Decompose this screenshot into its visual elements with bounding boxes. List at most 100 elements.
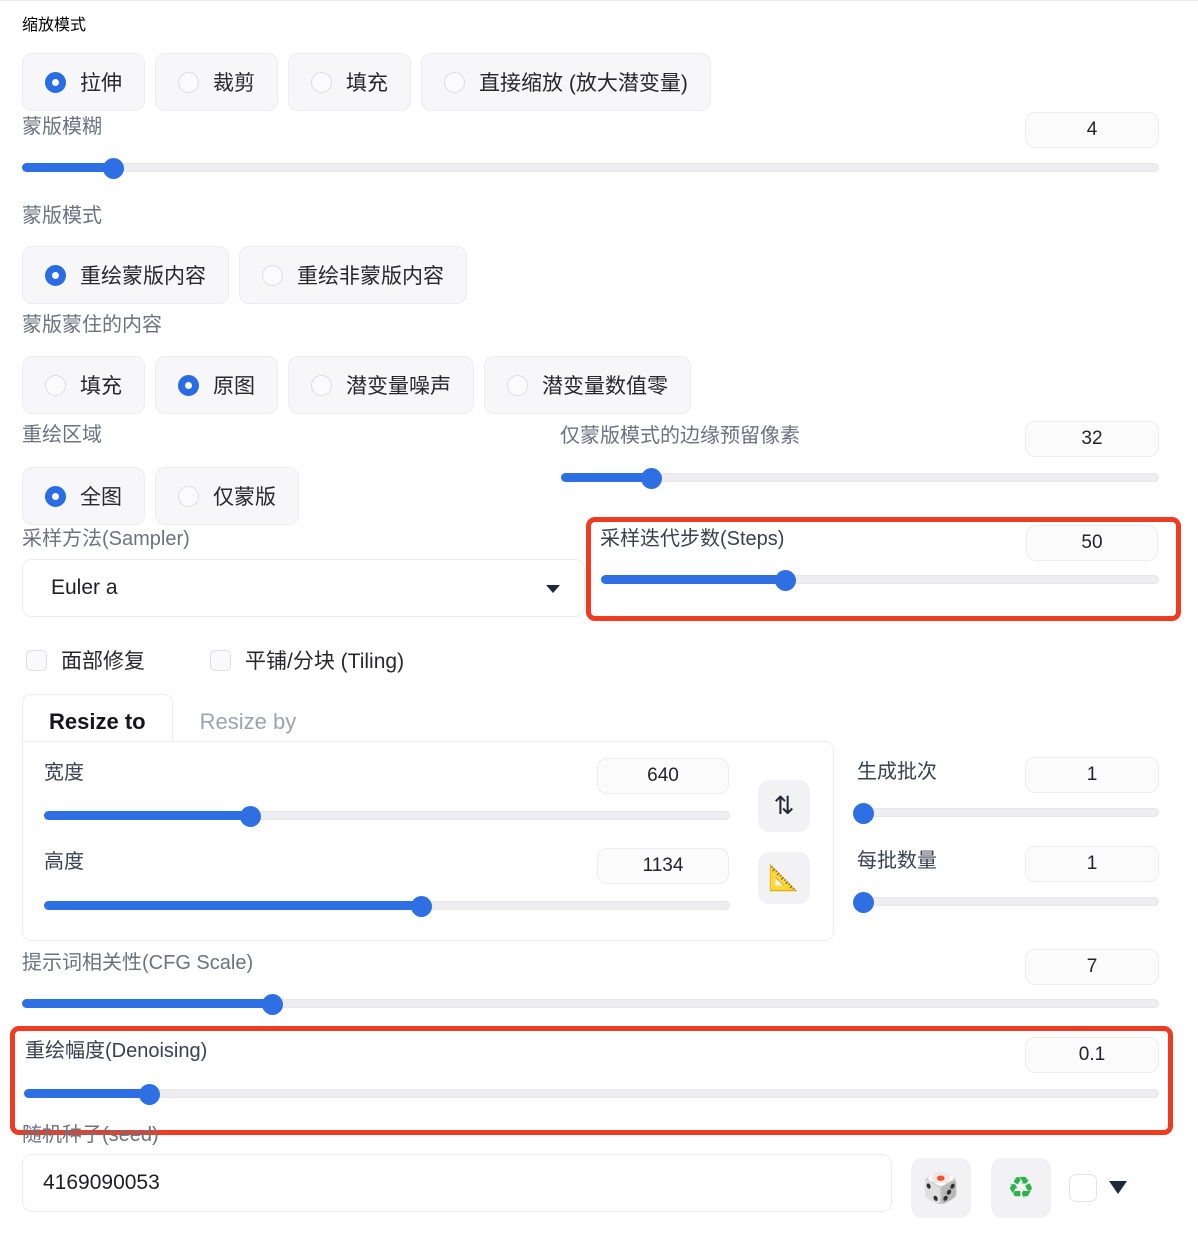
cfg-scale-value[interactable]: 7 (1025, 949, 1159, 985)
chevron-down-icon (546, 585, 560, 593)
option-label: 填充 (80, 375, 122, 398)
masked-content-option-fill[interactable]: 填充 (22, 356, 145, 414)
resize-mode-option-stretch[interactable]: 拉伸 (22, 53, 145, 111)
slider-fill (601, 575, 786, 584)
option-label: 潜变量数值零 (542, 375, 668, 398)
option-label: 重绘蒙版内容 (80, 265, 206, 288)
option-label: 仅蒙版 (213, 486, 276, 509)
masked-content-option-original[interactable]: 原图 (155, 356, 278, 414)
mask-mode-option-inpaint-not-masked[interactable]: 重绘非蒙版内容 (239, 246, 467, 304)
option-label: 直接缩放 (放大潜变量) (479, 72, 688, 95)
inpaint-area-option-only-masked[interactable]: 仅蒙版 (155, 467, 299, 525)
inpaint-area-label: 重绘区域 (22, 424, 102, 446)
mask-blur-slider[interactable] (22, 158, 1159, 179)
slider-track (24, 1089, 1159, 1098)
slider-thumb[interactable] (775, 570, 797, 591)
slider-fill (24, 1089, 149, 1098)
batch-count-value[interactable]: 1 (1025, 757, 1159, 793)
radio-icon (444, 71, 465, 93)
swap-dimensions-button[interactable]: ⇅ (758, 780, 810, 832)
img2img-settings-panel: 缩放模式 拉伸 裁剪 填充 直接缩放 (放大潜变量) 蒙版模糊 4 蒙版模式 重… (0, 0, 1198, 1236)
checkbox-icon (26, 649, 47, 671)
masked-content-label: 蒙版蒙住的内容 (22, 314, 162, 336)
height-slider[interactable] (44, 896, 730, 917)
slider-fill (561, 473, 651, 482)
cfg-scale-label: 提示词相关性(CFG Scale) (22, 952, 254, 974)
slider-thumb[interactable] (239, 806, 261, 827)
resize-mode-option-fill[interactable]: 填充 (288, 53, 411, 111)
option-label: 重绘非蒙版内容 (297, 265, 444, 288)
checkbox-icon (210, 649, 231, 671)
slider-thumb[interactable] (102, 158, 124, 179)
steps-slider[interactable] (601, 570, 1159, 591)
radio-icon (45, 374, 66, 396)
seed-input[interactable]: 4169090053 (22, 1154, 892, 1212)
resize-tabs: Resize to Resize by (22, 694, 323, 748)
inpaint-padding-slider[interactable] (561, 468, 1159, 489)
chevron-down-icon[interactable] (1109, 1181, 1127, 1194)
batch-size-slider[interactable] (852, 892, 1159, 913)
detect-ratio-button[interactable]: 📐 (758, 852, 810, 904)
slider-thumb[interactable] (138, 1084, 160, 1105)
extra-seed-checkbox[interactable] (1069, 1174, 1097, 1202)
slider-fill (22, 163, 113, 172)
slider-fill (22, 999, 273, 1008)
width-value[interactable]: 640 (597, 758, 729, 794)
inpaint-padding-value[interactable]: 32 (1025, 421, 1159, 457)
mask-mode-group: 重绘蒙版内容 重绘非蒙版内容 (22, 246, 467, 304)
tab-resize-by[interactable]: Resize by (173, 694, 324, 748)
checkbox-label: 面部修复 (61, 650, 145, 673)
slider-fill (44, 901, 422, 910)
batch-count-label: 生成批次 (857, 761, 937, 783)
option-label: 原图 (213, 375, 255, 398)
slider-track (860, 897, 1159, 906)
restore-faces-checkbox[interactable]: 面部修复 (26, 645, 145, 675)
mask-blur-value[interactable]: 4 (1025, 112, 1159, 148)
sampler-value: Euler a (51, 576, 118, 599)
cfg-scale-slider[interactable] (22, 994, 1159, 1015)
mask-mode-option-inpaint-masked[interactable]: 重绘蒙版内容 (22, 246, 229, 304)
radio-icon (262, 264, 283, 286)
slider-thumb[interactable] (852, 892, 874, 913)
width-slider[interactable] (44, 806, 730, 827)
resize-mode-option-latent-upscale[interactable]: 直接缩放 (放大潜变量) (421, 53, 711, 111)
sampler-select[interactable]: Euler a (22, 559, 585, 617)
masked-content-option-latent-nothing[interactable]: 潜变量数值零 (484, 356, 691, 414)
width-label: 宽度 (44, 762, 84, 784)
option-label: 裁剪 (213, 72, 255, 95)
slider-track (860, 808, 1159, 817)
resize-mode-group: 拉伸 裁剪 填充 直接缩放 (放大潜变量) (22, 53, 711, 111)
dice-icon: 🎲 (922, 1171, 960, 1205)
height-value[interactable]: 1134 (597, 848, 729, 884)
checkbox-label: 平铺/分块 (Tiling) (245, 650, 405, 673)
slider-thumb[interactable] (852, 803, 874, 824)
tiling-checkbox[interactable]: 平铺/分块 (Tiling) (210, 645, 404, 675)
masked-content-option-latent-noise[interactable]: 潜变量噪声 (288, 356, 474, 414)
batch-size-label: 每批数量 (857, 850, 937, 872)
batch-size-value[interactable]: 1 (1025, 846, 1159, 882)
slider-fill (44, 811, 250, 820)
resize-mode-label: 缩放模式 (22, 17, 87, 34)
inpaint-area-option-whole-picture[interactable]: 全图 (22, 467, 145, 525)
resize-mode-option-crop[interactable]: 裁剪 (155, 53, 278, 111)
random-seed-button[interactable]: 🎲 (911, 1158, 971, 1218)
option-label: 潜变量噪声 (346, 375, 451, 398)
steps-value[interactable]: 50 (1026, 525, 1158, 561)
radio-icon (311, 71, 332, 93)
reuse-seed-button[interactable]: ♻ (991, 1158, 1051, 1218)
slider-thumb[interactable] (640, 468, 662, 489)
slider-track (22, 163, 1159, 172)
mask-mode-label: 蒙版模式 (22, 205, 102, 227)
radio-icon (45, 71, 66, 93)
option-label: 全图 (80, 486, 122, 509)
batch-count-slider[interactable] (852, 803, 1159, 824)
recycle-icon: ♻ (1007, 1171, 1035, 1205)
denoising-value[interactable]: 0.1 (1025, 1037, 1159, 1073)
radio-icon (45, 264, 66, 286)
steps-label: 采样迭代步数(Steps) (600, 528, 785, 550)
tab-resize-to[interactable]: Resize to (22, 694, 173, 748)
slider-thumb[interactable] (262, 994, 284, 1015)
option-label: 填充 (346, 72, 388, 95)
radio-icon (311, 374, 332, 396)
denoising-slider[interactable] (24, 1084, 1159, 1105)
